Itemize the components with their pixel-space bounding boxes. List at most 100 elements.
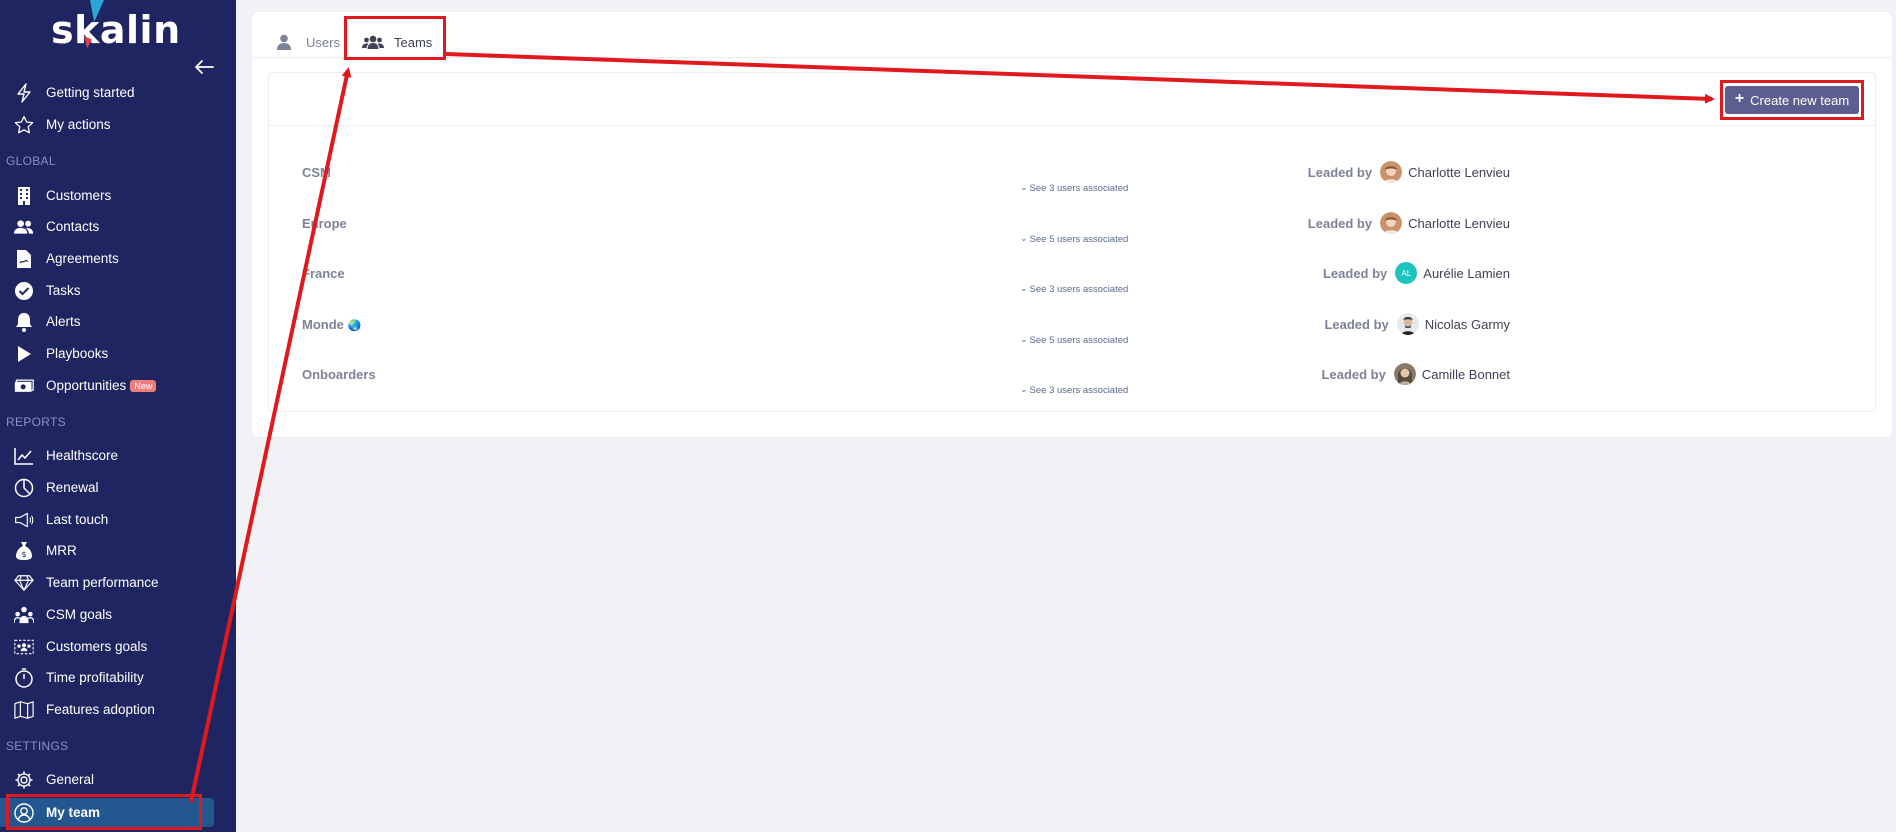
lightning-icon — [14, 83, 34, 103]
leader-name: Nicolas Garmy — [1424, 316, 1510, 332]
tab-teams[interactable]: Teams — [362, 32, 432, 52]
diamond-icon — [14, 573, 34, 593]
sidebar-item-playbooks[interactable]: Playbooks — [0, 339, 236, 369]
team-row: Onboarders ⌄ See 3 users associated Leade… — [268, 361, 1876, 411]
team-row: Europe ⌄ See 5 users associated Leaded by… — [268, 210, 1876, 260]
sidebar-item-alerts[interactable]: Alerts — [0, 307, 236, 337]
sidebar-item-tasks[interactable]: Tasks — [0, 276, 236, 306]
avatar — [1393, 363, 1416, 385]
sidebar-item-label: Healthscore — [46, 448, 119, 463]
tab-label: Users — [306, 34, 340, 50]
sidebar-item-agreements[interactable]: Agreements — [0, 244, 236, 274]
sidebar-item-features-adoption[interactable]: Features adoption — [0, 695, 236, 725]
leader-name: Charlotte Lenvieu — [1408, 215, 1510, 231]
see-users-link[interactable]: ⌄ See 5 users associated — [1020, 334, 1128, 346]
sidebar-item-contacts[interactable]: Contacts — [0, 212, 236, 242]
globe-emoji: 🌏 — [347, 320, 362, 332]
section-header-reports: REPORTS — [6, 415, 66, 429]
leader-name: Aurélie Lamien — [1423, 265, 1510, 281]
sidebar: skalin Getting started My actions GLOBAL… — [0, 0, 236, 832]
sidebar-item-mrr[interactable]: $ MRR — [0, 536, 236, 566]
line-chart-icon — [14, 446, 34, 466]
sidebar-item-label: MRR — [46, 543, 77, 558]
customers-goals-icon — [14, 637, 34, 657]
pie-chart-icon — [14, 478, 34, 498]
svg-text:$: $ — [21, 550, 26, 559]
sidebar-item-general[interactable]: General — [0, 765, 236, 795]
sidebar-item-label: Time profitability — [46, 670, 144, 685]
sidebar-item-label: Features adoption — [46, 702, 155, 717]
sidebar-item-my-team[interactable]: My team — [0, 798, 200, 827]
leaded-by-label: Leaded by — [1307, 164, 1373, 180]
see-users-link[interactable]: ⌄ See 3 users associated — [1020, 384, 1128, 396]
team-goals-icon — [14, 605, 34, 625]
chevron-down-icon: ⌄ — [1020, 283, 1028, 293]
see-users-link[interactable]: ⌄ See 3 users associated — [1020, 182, 1128, 194]
money-bag-icon: $ — [14, 541, 34, 561]
sidebar-item-label: Contacts — [46, 219, 100, 234]
sidebar-item-label: Getting started — [46, 85, 135, 100]
team-leader: Leaded by Nicolas Garmy — [1324, 311, 1510, 337]
sidebar-item-csm-goals[interactable]: CSM goals — [0, 600, 236, 630]
section-header-global: GLOBAL — [6, 154, 56, 168]
team-leader: Leaded by Charlotte Lenvieu — [1308, 210, 1510, 236]
see-users-link[interactable]: ⌄ See 3 users associated — [1020, 283, 1128, 295]
sidebar-item-team-performance[interactable]: Team performance — [0, 568, 236, 598]
tab-users[interactable]: Users — [276, 32, 340, 52]
arrow-left-icon — [195, 60, 214, 74]
avatar: AL — [1395, 262, 1418, 284]
sidebar-item-time-profitability[interactable]: Time profitability — [0, 663, 236, 693]
leaded-by-label: Leaded by — [1324, 316, 1389, 332]
sidebar-item-renewal[interactable]: Renewal — [0, 473, 236, 503]
chevron-down-icon: ⌄ — [1020, 182, 1028, 192]
megaphone-icon — [14, 510, 34, 530]
plus-icon: + — [1734, 90, 1745, 107]
sidebar-item-my-actions[interactable]: My actions — [0, 110, 236, 140]
team-leader: Leaded by Camille Bonnet — [1322, 361, 1510, 387]
team-row: Monde 🌏 ⌄ See 5 users associated Leaded b… — [268, 311, 1876, 361]
sidebar-item-healthscore[interactable]: Healthscore — [0, 441, 236, 471]
sidebar-item-label: My team — [46, 805, 101, 820]
building-icon — [14, 186, 34, 206]
avatar — [1396, 313, 1419, 335]
team-row: CSM ⌄ See 3 users associated Leaded by Ch… — [268, 159, 1876, 209]
leader-name: Charlotte Lenvieu — [1408, 164, 1510, 180]
check-circle-icon — [14, 281, 34, 301]
sidebar-item-getting-started[interactable]: Getting started — [0, 78, 236, 108]
sidebar-item-label: Tasks — [46, 283, 81, 298]
group-icon — [362, 34, 384, 50]
team-leader: Leaded by AL Aurélie Lamien — [1323, 260, 1510, 286]
chevron-down-icon: ⌄ — [1020, 233, 1028, 243]
sidebar-item-label: Alerts — [46, 314, 81, 329]
leader-name: Camille Bonnet — [1421, 366, 1510, 382]
active-indicator — [200, 798, 214, 827]
sidebar-item-opportunities[interactable]: Opportunities New — [0, 371, 236, 401]
create-new-team-label: Create new team — [1750, 92, 1850, 108]
sidebar-item-customers[interactable]: Customers — [0, 181, 236, 211]
team-name[interactable]: CSM — [302, 165, 331, 180]
tab-bar: Users Teams — [252, 12, 1892, 58]
sidebar-item-label: General — [46, 772, 95, 787]
document-icon — [14, 249, 34, 269]
sidebar-item-last-touch[interactable]: Last touch — [0, 505, 236, 535]
sidebar-item-label: Customers — [46, 188, 112, 203]
see-users-link[interactable]: ⌄ See 5 users associated — [1020, 233, 1128, 245]
team-name[interactable]: Monde 🌏 — [302, 317, 361, 332]
users-icon — [14, 217, 34, 237]
team-name[interactable]: France — [302, 266, 345, 281]
team-leader: Leaded by Charlotte Lenvieu — [1308, 159, 1510, 185]
logo: skalin — [51, 8, 181, 52]
collapse-sidebar-button[interactable] — [193, 58, 215, 76]
avatar — [1380, 161, 1403, 183]
team-name[interactable]: Onboarders — [302, 367, 376, 382]
sidebar-item-customers-goals[interactable]: Customers goals — [0, 632, 236, 662]
teams-panel-toolbar — [268, 72, 1876, 126]
sidebar-item-label: Playbooks — [46, 346, 109, 361]
team-name[interactable]: Europe — [302, 216, 347, 231]
sidebar-item-label: Agreements — [46, 251, 119, 266]
sidebar-item-label: Team performance — [46, 575, 159, 590]
sidebar-item-label: Renewal — [46, 480, 99, 495]
chevron-down-icon: ⌄ — [1020, 334, 1028, 344]
user-icon — [276, 34, 296, 50]
create-new-team-button[interactable]: + Create new team — [1725, 86, 1859, 114]
